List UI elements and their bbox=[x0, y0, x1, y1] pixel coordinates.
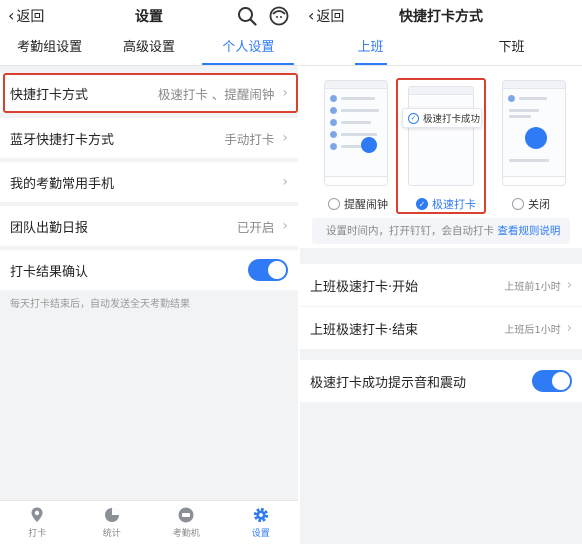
location-pin-icon bbox=[31, 507, 43, 522]
chevron-left-icon: ‹ bbox=[308, 6, 315, 25]
bottom-nav: 打卡 统计 考勤机 设置 bbox=[0, 500, 298, 544]
tab-personal[interactable]: 个人设置 bbox=[199, 32, 298, 65]
tab-advanced[interactable]: 高级设置 bbox=[99, 32, 198, 65]
row-label: 我的考勤常用手机 bbox=[10, 176, 115, 192]
check-circle-icon: ✓ bbox=[408, 112, 419, 124]
speed-start-row[interactable]: 上班极速打卡·开始 上班前1小时 › bbox=[300, 264, 582, 306]
row-value: 上班后1小时 bbox=[504, 324, 561, 336]
speed-checkin-preview-image: ✓ 极速打卡成功 bbox=[396, 78, 486, 214]
row-label: 极速打卡成功提示音和震动 bbox=[310, 375, 467, 391]
result-confirm-toggle[interactable] bbox=[248, 259, 288, 281]
back-label: 返回 bbox=[16, 9, 45, 25]
search-icon[interactable] bbox=[236, 5, 258, 27]
option-label: 关闭 bbox=[528, 198, 550, 211]
tab-off-duty[interactable]: 下班 bbox=[441, 32, 582, 65]
pie-chart-icon bbox=[104, 508, 119, 522]
alarm-preview-image bbox=[324, 80, 388, 186]
row-value: 已开启 bbox=[236, 219, 275, 235]
chevron-right-icon: › bbox=[566, 320, 572, 336]
back-button[interactable]: ‹ 返回 bbox=[308, 6, 344, 26]
nav-label: 考勤机 bbox=[172, 529, 200, 539]
option-label: 极速打卡 bbox=[432, 198, 476, 211]
off-preview-image bbox=[502, 80, 566, 186]
speed-end-row[interactable]: 上班极速打卡·结束 上班后1小时 › bbox=[300, 307, 582, 349]
shift-tabs: 上班 下班 bbox=[300, 32, 582, 66]
chevron-right-icon: › bbox=[282, 85, 288, 101]
back-label: 返回 bbox=[316, 9, 345, 25]
row-value: 上班前1小时 bbox=[504, 281, 561, 293]
row-label: 上班极速打卡·结束 bbox=[310, 322, 419, 338]
result-confirm-hint: 每天打卡结束后，自动发送全天考勤结果 bbox=[10, 299, 190, 310]
rule-info: 设置时间内，打开钉钉，会自动打卡 查看规则说明 bbox=[312, 218, 570, 244]
radio-button[interactable] bbox=[512, 198, 524, 210]
attendance-machine-icon bbox=[178, 507, 194, 523]
info-text: 设置时间内，打开钉钉，会自动打卡 bbox=[326, 225, 494, 237]
team-daily-report-row[interactable]: 团队出勤日报 已开启 › bbox=[0, 206, 298, 246]
nav-statistics[interactable]: 统计 bbox=[75, 501, 150, 544]
tab-attendance-group[interactable]: 考勤组设置 bbox=[0, 32, 99, 65]
nav-attendance-machine[interactable]: 考勤机 bbox=[149, 501, 224, 544]
common-phone-row[interactable]: 我的考勤常用手机 › bbox=[0, 162, 298, 202]
chevron-left-icon: ‹ bbox=[8, 6, 15, 25]
chevron-right-icon: › bbox=[566, 277, 572, 293]
toggle-knob bbox=[552, 372, 570, 390]
nav-checkin[interactable]: 打卡 bbox=[0, 501, 75, 544]
row-label: 蓝牙快捷打卡方式 bbox=[10, 132, 115, 148]
toast-text: 极速打卡成功 bbox=[423, 114, 481, 125]
row-value: 极速打卡 、提醒闹钟 bbox=[157, 86, 275, 102]
settings-tabs: 考勤组设置 高级设置 个人设置 bbox=[0, 32, 298, 66]
chevron-right-icon: › bbox=[282, 174, 288, 190]
radio-checked-icon[interactable]: ✓ bbox=[416, 198, 428, 210]
option-speed-checkin[interactable]: ✓ 极速打卡 bbox=[416, 196, 476, 212]
header: ‹ 返回 设置 bbox=[0, 0, 298, 32]
quick-checkin-screen: ‹ 返回 快捷打卡方式 上班 下班 ✓ 极速打卡成功 提醒闹钟 ✓ 极速打卡 关… bbox=[300, 0, 582, 544]
row-value: 手动打卡 bbox=[224, 131, 275, 147]
result-confirm-row: 打卡结果确认 bbox=[0, 250, 298, 290]
nav-label: 设置 bbox=[251, 529, 270, 539]
tab-on-duty[interactable]: 上班 bbox=[300, 32, 441, 65]
settings-screen: ‹ 返回 设置 考勤组设置 高级设置 个人设置 快捷打卡方式 极速打卡 、提醒闹… bbox=[0, 0, 298, 544]
row-label: 快捷打卡方式 bbox=[10, 87, 89, 103]
bluetooth-checkin-row[interactable]: 蓝牙快捷打卡方式 手动打卡 › bbox=[0, 118, 298, 158]
nav-label: 打卡 bbox=[28, 529, 47, 539]
toggle-knob bbox=[268, 261, 286, 279]
row-label: 团队出勤日报 bbox=[10, 220, 89, 236]
nav-label: 统计 bbox=[102, 529, 121, 539]
chevron-right-icon: › bbox=[282, 218, 288, 234]
avatar-icon[interactable] bbox=[268, 5, 290, 27]
radio-button[interactable] bbox=[328, 198, 340, 210]
back-button[interactable]: ‹ 返回 bbox=[8, 6, 44, 26]
chevron-right-icon: › bbox=[282, 130, 288, 146]
mode-preview: ✓ 极速打卡成功 提醒闹钟 ✓ 极速打卡 关闭 设置时间内，打开钉钉，会自动打卡… bbox=[300, 66, 582, 248]
option-label: 提醒闹钟 bbox=[344, 198, 388, 211]
success-sound-row: 极速打卡成功提示音和震动 bbox=[300, 360, 582, 402]
gear-icon bbox=[253, 507, 268, 523]
success-toast: ✓ 极速打卡成功 bbox=[402, 108, 482, 128]
success-sound-toggle[interactable] bbox=[532, 370, 572, 392]
row-label: 上班极速打卡·开始 bbox=[310, 279, 419, 295]
nav-settings[interactable]: 设置 bbox=[224, 501, 299, 544]
header: ‹ 返回 快捷打卡方式 bbox=[300, 0, 582, 32]
rule-link[interactable]: 查看规则说明 bbox=[497, 225, 560, 237]
option-off[interactable]: 关闭 bbox=[512, 196, 550, 212]
option-alarm[interactable]: 提醒闹钟 bbox=[328, 196, 388, 212]
row-label: 打卡结果确认 bbox=[10, 264, 89, 280]
quick-checkin-row[interactable]: 快捷打卡方式 极速打卡 、提醒闹钟 › bbox=[0, 73, 298, 113]
